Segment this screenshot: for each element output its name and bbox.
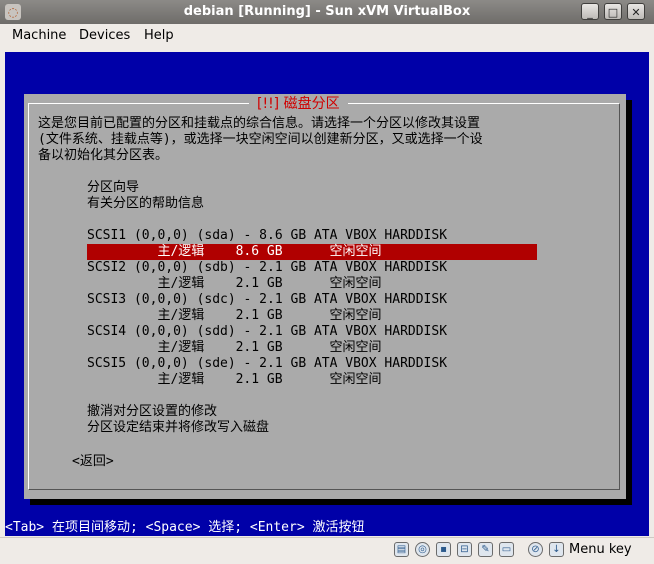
- menu-help[interactable]: Help: [144, 28, 174, 43]
- disk-sda-header[interactable]: SCSI1 (0,0,0) (sda) - 8.6 GB ATA VBOX HA…: [87, 228, 447, 244]
- minimize-button[interactable]: _: [581, 3, 599, 20]
- dialog-title: [!!] 磁盘分区: [249, 96, 348, 112]
- finish-partitioning-item[interactable]: 分区设定结束并将修改写入磁盘: [87, 420, 269, 436]
- host-key-icon: ↓: [549, 542, 564, 557]
- vm-display[interactable]: [!!] 磁盘分区 这是您目前已配置的分区和挂载点的综合信息。请选择一个分区以修…: [5, 52, 649, 536]
- menu-machine[interactable]: Machine: [12, 28, 66, 43]
- installer-help-line: <Tab> 在项目间移动; <Space> 选择; <Enter> 激活按钮: [5, 520, 365, 535]
- partition-row-sda-selected[interactable]: 主/逻辑 8.6 GB 空闲空间: [87, 244, 537, 260]
- intro-line-2: (文件系统、挂载点等)，或选择一块空闲空间以创建新分区，又或选择一个设: [38, 132, 483, 147]
- floppy-icon[interactable]: ▪: [436, 542, 451, 557]
- window-title: debian [Running] - Sun xVM VirtualBox: [183, 4, 471, 19]
- intro-line-1: 这是您目前已配置的分区和挂载点的综合信息。请选择一个分区以修改其设置: [38, 116, 481, 131]
- cd-icon[interactable]: ◎: [415, 542, 430, 557]
- mouse-integration-icon[interactable]: ⊘: [528, 542, 543, 557]
- guided-partitioning-item[interactable]: 分区向导: [87, 180, 139, 196]
- partition-row-sdd[interactable]: 主/逻辑 2.1 GB 空闲空间: [87, 340, 381, 356]
- window-titlebar[interactable]: ◌ debian [Running] - Sun xVM VirtualBox …: [0, 0, 654, 24]
- close-button[interactable]: ✕: [627, 3, 645, 20]
- network-icon[interactable]: ⊟: [457, 542, 472, 557]
- usb-icon[interactable]: ✎: [478, 542, 493, 557]
- partition-dialog: [!!] 磁盘分区 这是您目前已配置的分区和挂载点的综合信息。请选择一个分区以修…: [24, 94, 626, 499]
- status-bar: ▤ ◎ ▪ ⊟ ✎ ▭ ⊘ ↓ Menu key: [0, 537, 654, 564]
- disk-sdd-header[interactable]: SCSI4 (0,0,0) (sdd) - 2.1 GB ATA VBOX HA…: [87, 324, 447, 340]
- menu-devices[interactable]: Devices: [79, 28, 130, 43]
- disk-sde-header[interactable]: SCSI5 (0,0,0) (sde) - 2.1 GB ATA VBOX HA…: [87, 356, 447, 372]
- disk-sdc-header[interactable]: SCSI3 (0,0,0) (sdc) - 2.1 GB ATA VBOX HA…: [87, 292, 447, 308]
- maximize-button[interactable]: □: [604, 3, 622, 20]
- intro-line-3: 备以初始化其分区表。: [38, 148, 169, 163]
- host-key-label: Menu key: [569, 542, 632, 557]
- partition-row-sdc[interactable]: 主/逻辑 2.1 GB 空闲空间: [87, 308, 381, 324]
- back-button[interactable]: <返回>: [72, 454, 114, 470]
- partition-row-sde[interactable]: 主/逻辑 2.1 GB 空闲空间: [87, 372, 381, 388]
- disk-sdb-header[interactable]: SCSI2 (0,0,0) (sdb) - 2.1 GB ATA VBOX HA…: [87, 260, 447, 276]
- menu-bar: Machine Devices Help: [0, 24, 654, 48]
- undo-changes-item[interactable]: 撤消对分区设置的修改: [87, 404, 217, 420]
- help-info-item[interactable]: 有关分区的帮助信息: [87, 196, 204, 212]
- partition-row-sdb[interactable]: 主/逻辑 2.1 GB 空闲空间: [87, 276, 381, 292]
- hard-disk-icon[interactable]: ▤: [394, 542, 409, 557]
- shared-folder-icon[interactable]: ▭: [499, 542, 514, 557]
